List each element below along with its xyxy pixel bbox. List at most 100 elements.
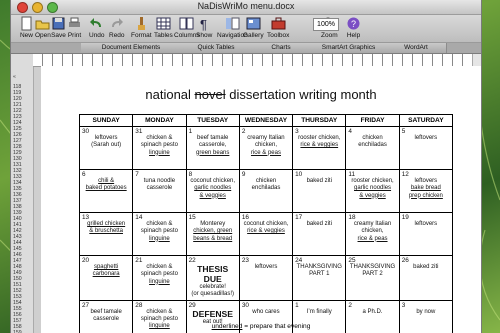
help-button[interactable]: ? Help xyxy=(346,16,361,39)
day-number: 22 xyxy=(188,257,196,264)
day-cell: 17 baked ziti xyxy=(292,212,347,256)
toolbox-button[interactable]: Toolbox xyxy=(267,16,289,39)
day-header: TUESDAY xyxy=(185,114,240,127)
print-button[interactable]: Print xyxy=(67,16,82,39)
document-page[interactable]: national novel dissertation writing mont… xyxy=(41,66,481,333)
day-cell: 13 grilled chicken & bruschetta xyxy=(78,212,134,256)
day-header: WEDNESDAY xyxy=(238,114,294,127)
menu-line: & bruschetta xyxy=(89,228,123,235)
menu-line: rooster chicken, xyxy=(351,178,394,185)
menu-line: creamy Italian xyxy=(247,135,285,142)
gallery-button[interactable]: Gallery xyxy=(243,16,264,39)
navigation-icon xyxy=(225,17,240,30)
menu-line: grilled chicken xyxy=(87,221,126,228)
collapse-chevron-icon[interactable]: « xyxy=(13,74,31,80)
format-button[interactable]: Format xyxy=(131,16,152,39)
menu-line: spinach pesto xyxy=(140,228,178,235)
ribbon-tab[interactable]: Charts xyxy=(251,43,312,53)
day-cell: 25 THANKSGIVING PART 2 xyxy=(345,255,400,301)
day-cell: 11 rooster chicken, garlic noodles & veggie… xyxy=(345,169,400,213)
menu-line: leftovers xyxy=(414,135,438,142)
week-row: 13 grilled chicken & bruschetta 14 chicken &… xyxy=(78,212,454,256)
zoom-field[interactable]: 100% xyxy=(313,18,339,31)
menu-line: THANKSGIVING xyxy=(349,264,396,271)
day-number: 8 xyxy=(188,171,193,178)
toolbar-label: Zoom xyxy=(321,32,338,39)
day-cell: 30 leftovers (Sarah out) xyxy=(78,126,134,170)
elements-ribbon: Document Elements Quick Tables Charts Smart… xyxy=(11,43,481,54)
ribbon-tab[interactable]: Quick Tables xyxy=(181,43,252,53)
menu-line: chicken, xyxy=(254,142,277,149)
day-number: 25 xyxy=(348,257,356,264)
day-number: 20 xyxy=(82,257,90,264)
menu-line: spinach pesto xyxy=(140,271,178,278)
day-cell: 18 creamy Italian chicken, rice & peas xyxy=(345,212,400,256)
menu-line: chicken xyxy=(255,178,277,185)
menu-line: rice & veggies xyxy=(247,228,285,235)
menu-line: linguine xyxy=(149,235,170,242)
menu-line: (Sarah out) xyxy=(91,142,122,149)
ribbon-tab[interactable]: Document Elements xyxy=(81,43,182,53)
format-brush-icon xyxy=(137,17,145,30)
menu-line: Monterey xyxy=(200,221,226,228)
day-cell: 19 leftovers xyxy=(398,212,454,256)
menu-line: chili & xyxy=(98,178,115,185)
day-cell: 22 THESIS DUE celebrate! (or quesadillas!) xyxy=(185,255,240,301)
menu-line: garlic noodles xyxy=(354,185,392,192)
day-number: 19 xyxy=(401,214,409,221)
menu-line: baked potatoes xyxy=(85,185,127,192)
day-number: 7 xyxy=(135,171,139,178)
redo-button[interactable]: Redo xyxy=(109,16,125,39)
menu-line: a Ph.D. xyxy=(362,308,383,315)
help-icon: ? xyxy=(347,17,360,30)
day-number: 13 xyxy=(82,214,90,221)
menu-line: beans & bread xyxy=(193,235,233,242)
window-title: NaDisWriMo menu.docx xyxy=(197,1,295,11)
svg-text:¶: ¶ xyxy=(200,17,207,31)
menu-line: leftovers xyxy=(94,135,118,142)
day-number: 31 xyxy=(135,128,143,135)
undo-button[interactable]: Undo xyxy=(89,16,105,39)
show-button[interactable]: ¶ Show xyxy=(196,16,212,39)
ribbon-tab[interactable]: WordArt xyxy=(386,43,447,53)
day-cell: 4 chicken enchiladas xyxy=(345,126,400,170)
day-cell: 2 creamy Italian chicken, rice & peas xyxy=(238,126,294,170)
day-cell: 15 Monterey chicken, green beans & bread xyxy=(185,212,240,256)
menu-line: chicken & xyxy=(146,308,173,315)
menu-line: leftovers xyxy=(414,178,438,185)
day-cell: 14 chicken & spinach pesto linguine xyxy=(132,212,187,256)
menu-line: rice & veggies xyxy=(300,142,339,149)
day-number: 18 xyxy=(348,214,356,221)
new-button[interactable]: New xyxy=(19,16,34,39)
footnote-underlined: underlined xyxy=(211,323,243,330)
menu-line: linguine xyxy=(149,149,170,156)
day-cell: 8 coconut chicken, garlic noodles & veggies xyxy=(185,169,240,213)
toolbar-label: Undo xyxy=(89,32,105,39)
ribbon-tab[interactable]: SmartArt Graphics xyxy=(311,43,387,53)
paragraph-mark-icon: ¶ xyxy=(200,17,207,31)
day-cell: 31 chicken & spinach pesto linguine xyxy=(132,126,187,170)
day-number: 17 xyxy=(295,214,303,221)
day-header: SATURDAY xyxy=(398,114,454,127)
menu-line: green beans xyxy=(196,149,230,156)
day-header: FRIDAY xyxy=(345,114,400,127)
open-button[interactable]: Open xyxy=(35,16,51,39)
table-icon xyxy=(156,17,171,30)
standard-toolbar: New Open Save Print Undo Redo Format Tables Colu… xyxy=(11,15,481,43)
heading-struck-word: novel xyxy=(194,87,226,102)
day-number: 21 xyxy=(135,257,143,264)
tables-button[interactable]: Tables xyxy=(154,16,173,39)
menu-line: enchiladas xyxy=(251,185,281,192)
toolbar-label: New xyxy=(19,32,33,39)
menu-line: carbonara xyxy=(92,271,120,278)
day-number: 23 xyxy=(241,257,249,264)
menu-line: beef tamale xyxy=(90,308,122,315)
menu-line: rice & peas xyxy=(250,149,281,156)
day-cell: 3 rooster chicken, rice & veggies xyxy=(292,126,347,170)
footnote: underlined = prepare that evening xyxy=(41,323,481,330)
menu-line: enchiladas xyxy=(358,142,387,149)
save-button[interactable]: Save xyxy=(51,16,66,39)
day-number: 27 xyxy=(82,301,90,309)
day-number: 24 xyxy=(295,257,303,264)
day-number: 6 xyxy=(82,171,86,178)
